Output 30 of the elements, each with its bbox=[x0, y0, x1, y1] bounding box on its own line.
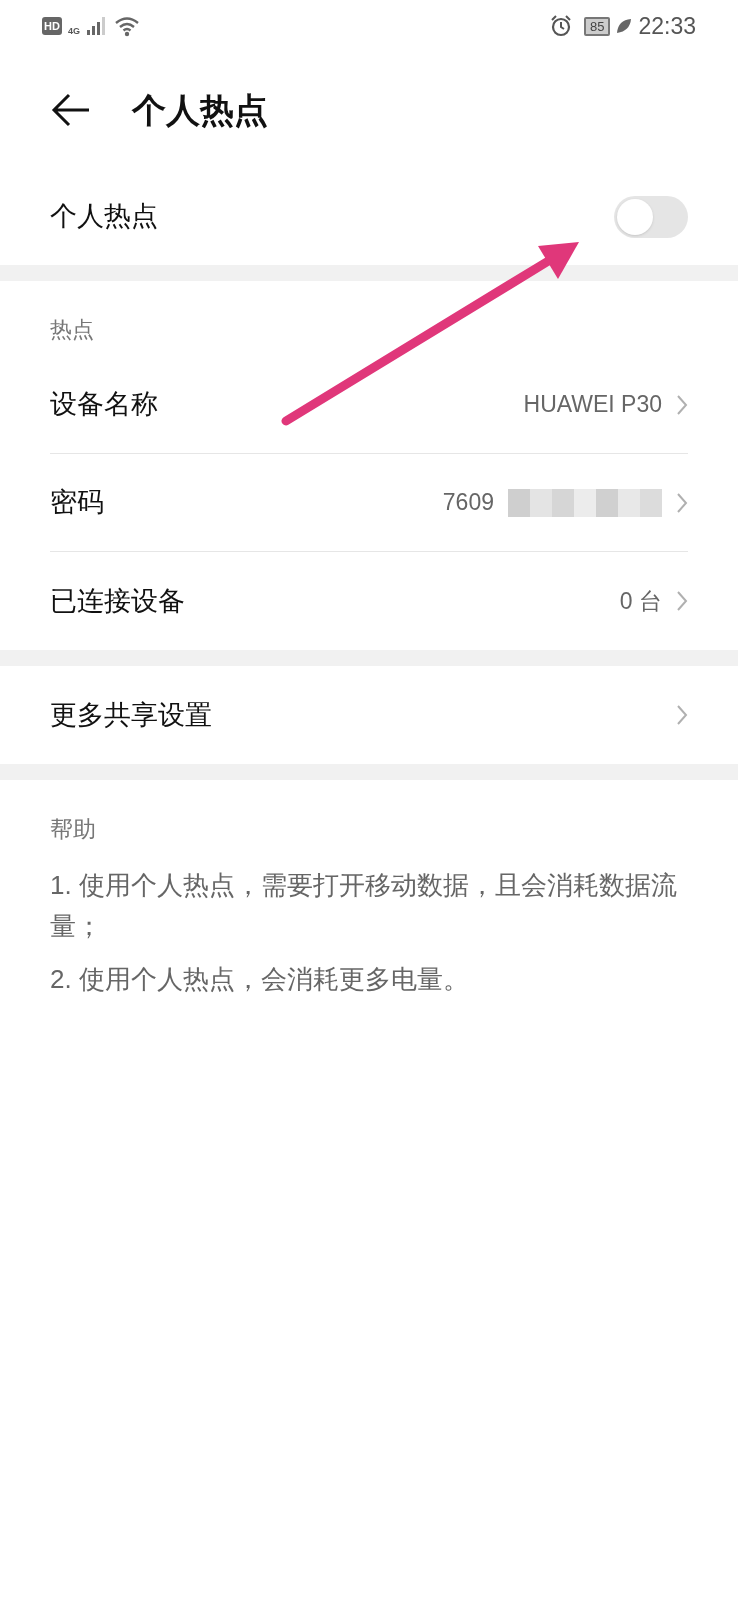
chevron-right-icon bbox=[676, 491, 688, 514]
setting-value: 0 台 bbox=[619, 586, 662, 616]
setting-label: 已连接设备 bbox=[50, 584, 185, 618]
chevron-right-icon bbox=[676, 704, 688, 726]
toggle-switch[interactable] bbox=[614, 195, 688, 238]
setting-label: 更多共享设置 bbox=[50, 698, 212, 732]
setting-value: HUAWEI P30 bbox=[523, 390, 662, 420]
battery-icon: 85 bbox=[583, 16, 611, 36]
settings-row[interactable]: 密码 7609 bbox=[50, 454, 688, 552]
section-header: 热点 bbox=[49, 316, 95, 344]
password-value: 7609 bbox=[442, 488, 494, 518]
page-title: 个人热点 bbox=[132, 89, 268, 131]
setting-label: 密码 bbox=[50, 486, 104, 520]
wifi-icon bbox=[113, 15, 140, 37]
clock-time: 22:33 bbox=[638, 11, 696, 41]
setting-label: 设备名称 bbox=[50, 388, 158, 422]
hd-icon: HD bbox=[42, 17, 62, 35]
chevron-right-icon bbox=[676, 393, 688, 416]
help-text: 2. 使用个人热点，会消耗更多电量。 bbox=[49, 962, 470, 996]
signal-icon bbox=[85, 16, 108, 36]
alarm-clock-icon bbox=[549, 15, 572, 37]
section-header: 帮助 bbox=[49, 815, 97, 844]
settings-row[interactable]: 已连接设备 0 台 bbox=[50, 552, 688, 650]
leaf-icon bbox=[616, 18, 633, 34]
network-label: 4G bbox=[67, 25, 80, 39]
setting-label: 个人热点 bbox=[50, 200, 158, 234]
settings-row[interactable]: 设备名称 HUAWEI P30 bbox=[50, 356, 688, 454]
help-text: 1. 使用个人热点，需要打开移动数据，且会消耗数据流量； bbox=[49, 868, 678, 943]
chevron-right-icon bbox=[676, 590, 688, 612]
settings-row[interactable]: 更多共享设置 bbox=[50, 666, 688, 764]
